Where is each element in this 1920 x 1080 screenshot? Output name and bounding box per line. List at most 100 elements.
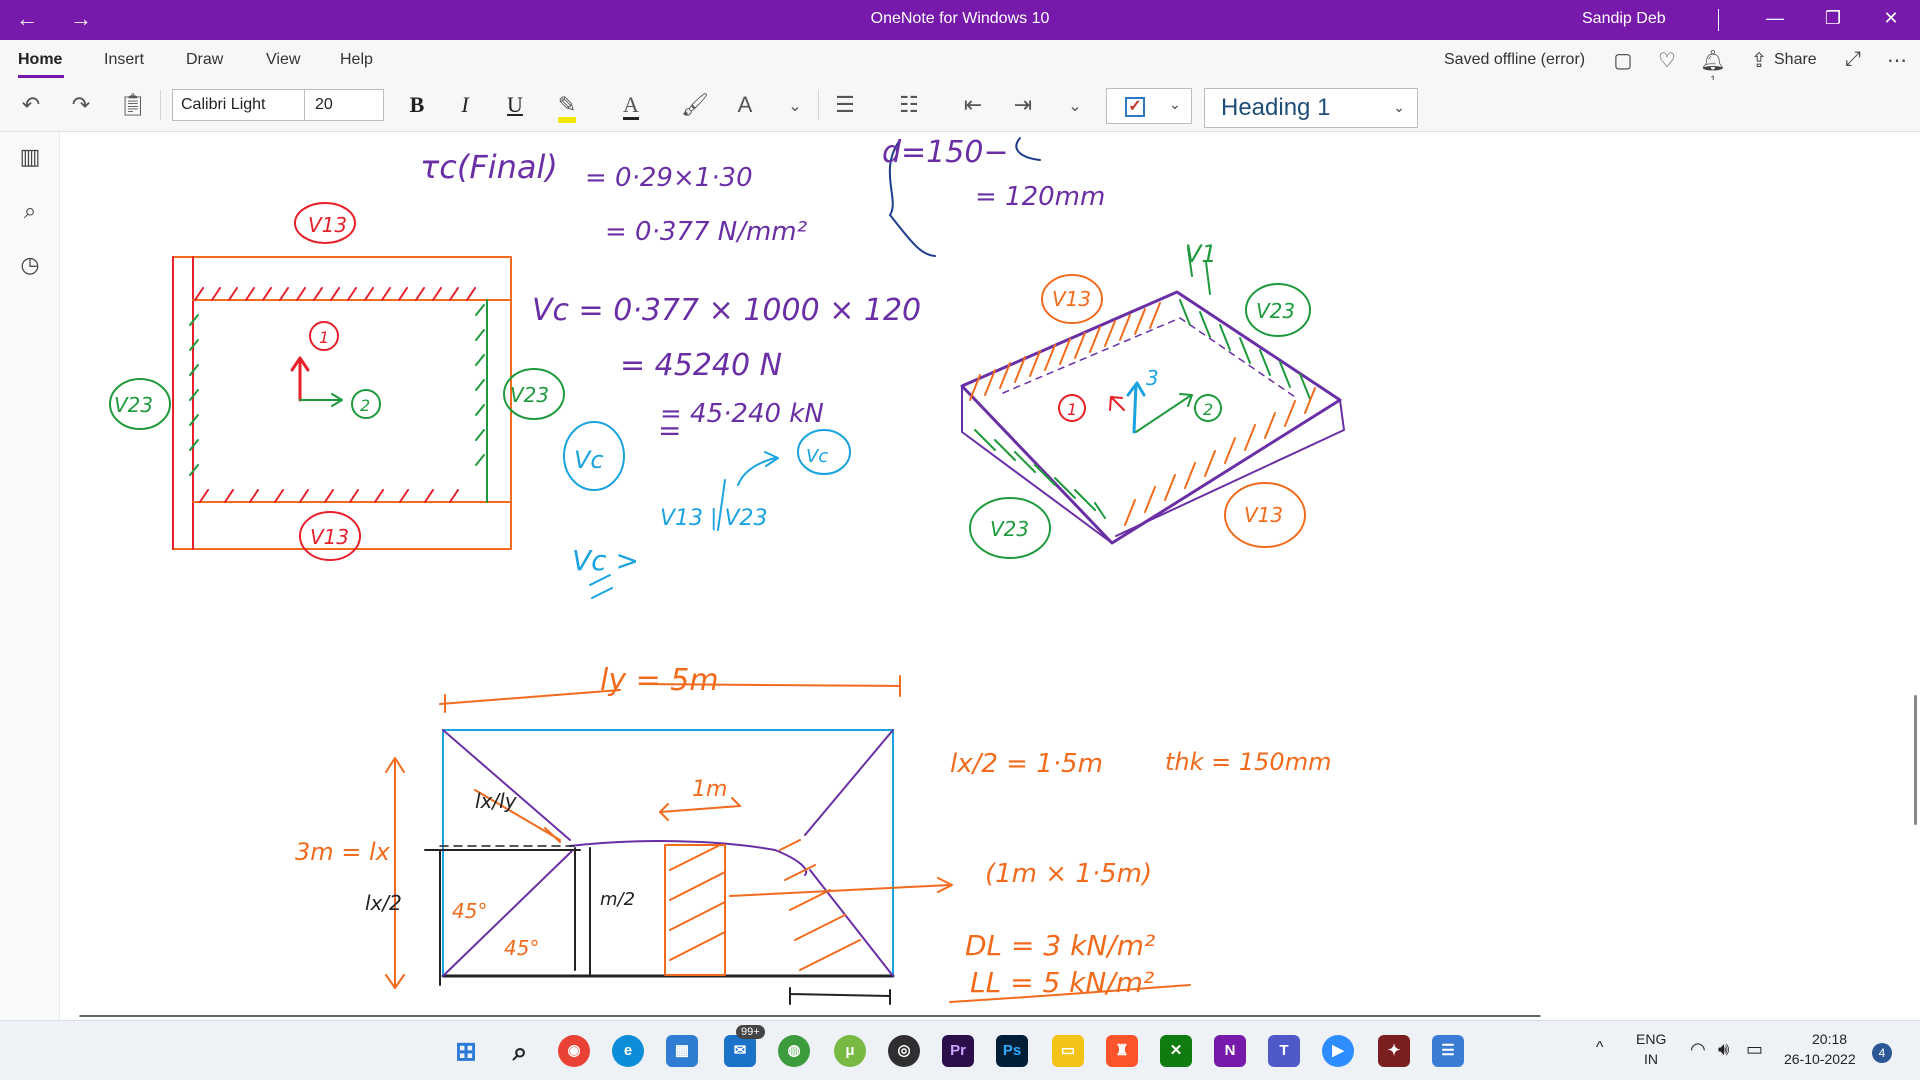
zoom-icon[interactable]: ▶ [1322, 1035, 1354, 1067]
arrow-icon [729, 877, 953, 897]
axis-arrow-icon [1109, 396, 1125, 411]
outdent-icon[interactable]: ⇤ [956, 92, 990, 118]
chrome-icon[interactable]: ◉ [558, 1035, 590, 1067]
tab-home[interactable]: Home [18, 51, 62, 69]
label-axis-2: 2 [360, 396, 370, 415]
note-dash: = [658, 414, 681, 447]
clock-date[interactable]: 26-10-2022 [1784, 1051, 1856, 1067]
volume-icon[interactable]: 🔊︎ [1718, 1039, 1729, 1060]
tab-view[interactable]: View [266, 51, 300, 69]
redo-icon[interactable]: ↷ [64, 92, 98, 118]
title-bar: ← → OneNote for Windows 10 Sandip Deb — … [0, 0, 1920, 40]
recent-icon[interactable]: ◷ [15, 252, 45, 278]
notebooks-icon[interactable]: ▥ [15, 144, 45, 170]
bracket [1015, 137, 1041, 161]
chevron-down-icon[interactable]: ⌄ [1058, 96, 1092, 116]
minimize-icon[interactable]: — [1760, 8, 1790, 29]
axis-arrow-icon [299, 393, 343, 407]
note-vc-kn: = 45·240 kN [660, 399, 824, 429]
lightbulb-icon[interactable]: ♡ [1652, 48, 1682, 73]
region-code[interactable]: IN [1644, 1051, 1658, 1067]
todo-tag-select[interactable]: ✓ ⌄ [1106, 88, 1192, 124]
paragraph-style-select[interactable]: Heading 1 ⌄ [1204, 88, 1418, 128]
close-icon[interactable]: ✕ [1876, 8, 1906, 29]
title-separator [1718, 9, 1719, 31]
chevron-down-icon: ⌄ [1393, 99, 1405, 115]
photoshop-icon[interactable]: Ps [996, 1035, 1028, 1067]
more-icon[interactable]: ⋯ [1882, 48, 1912, 73]
separator [818, 90, 819, 120]
onenote-icon[interactable]: N [1214, 1035, 1246, 1067]
file-explorer-icon[interactable]: ▭ [1052, 1035, 1084, 1067]
label-ll: LL = 5 kN/m² [970, 966, 1154, 999]
bold-button[interactable]: B [400, 92, 434, 118]
bullet-list-icon[interactable]: ☰ [828, 92, 862, 118]
label-ly: ly = 5m [600, 663, 719, 698]
premiere-icon[interactable]: Pr [942, 1035, 974, 1067]
label-1m: 1m [692, 777, 727, 802]
font-size-select[interactable]: 20 [304, 89, 384, 121]
vertical-scrollbar[interactable] [1914, 695, 1917, 825]
edge-icon[interactable]: e [612, 1035, 644, 1067]
notebook-icon[interactable]: ▢ [1608, 48, 1638, 73]
brave-icon[interactable]: ♜ [1106, 1035, 1138, 1067]
notepad-icon[interactable]: ☰ [1432, 1035, 1464, 1067]
share-button[interactable]: Share [1774, 51, 1817, 69]
dim-arrow [385, 757, 405, 989]
clipboard-icon[interactable]: 📋︎ [116, 92, 150, 118]
clear-formatting-icon[interactable]: A [728, 92, 762, 118]
page-canvas[interactable]: τc(Final) = 0·29×1·30 = 0·377 N/mm² d=15… [60, 132, 1920, 1020]
search-icon[interactable]: ⌕ [504, 1035, 536, 1067]
chevron-down-icon[interactable]: ⌄ [778, 96, 812, 116]
earth-icon[interactable]: ◍ [778, 1035, 810, 1067]
tab-insert[interactable]: Insert [104, 51, 144, 69]
style-label: Heading 1 [1221, 94, 1331, 121]
restore-icon[interactable]: ❐ [1818, 8, 1848, 29]
font-color-icon[interactable]: A [614, 92, 648, 120]
format-painter-icon[interactable]: 🖌︎ [678, 92, 712, 118]
clock-time[interactable]: 20:18 [1812, 1031, 1847, 1047]
label-iso-axis-2: 2 [1203, 400, 1213, 419]
underline-button[interactable]: U [498, 92, 532, 118]
note-d-val: = 120mm [975, 182, 1105, 212]
share-icon[interactable]: ⇪ [1744, 48, 1774, 73]
home-toolbar: ↶ ↷ 📋︎ Calibri Light 20 B I U ✎ A 🖌︎ A ⌄… [0, 80, 1920, 132]
teams-icon[interactable]: T [1268, 1035, 1300, 1067]
note-tc-final: τc(Final) [420, 148, 558, 186]
italic-button[interactable]: I [448, 92, 482, 118]
ribbon-tabs: Home Insert Draw View Help Saved offline… [0, 40, 1920, 85]
label-45-b: 45° [504, 936, 539, 960]
numbered-list-icon[interactable]: ☷ [892, 92, 926, 118]
wifi-icon[interactable]: ◠ [1690, 1039, 1706, 1060]
label-m-half: m/2 [600, 889, 635, 910]
search-icon[interactable]: ⌕ [15, 198, 45, 224]
tab-draw[interactable]: Draw [186, 51, 223, 69]
indent-icon[interactable]: ⇥ [1006, 92, 1040, 118]
sync-status[interactable]: Saved offline (error) [1444, 51, 1585, 69]
highlighter-icon[interactable]: ✎ [550, 92, 584, 123]
fullscreen-icon[interactable]: ⤢ [1838, 48, 1868, 71]
mail-icon[interactable]: ✉ [724, 1035, 756, 1067]
tab-help[interactable]: Help [340, 51, 373, 69]
label-lx: 3m = lx [295, 838, 391, 866]
language-code[interactable]: ENG [1636, 1031, 1666, 1047]
app-icon[interactable]: ✦ [1378, 1035, 1410, 1067]
utorrent-icon[interactable]: μ [834, 1035, 866, 1067]
chevron-up-icon[interactable]: ^ [1596, 1039, 1604, 1057]
dim-line [574, 847, 591, 976]
axis-arrow-icon [1135, 393, 1193, 433]
obs-icon[interactable]: ◎ [888, 1035, 920, 1067]
load-strip [664, 844, 726, 976]
xbox-icon[interactable]: ✕ [1160, 1035, 1192, 1067]
axis-arrow-icon [1126, 381, 1146, 434]
store-icon[interactable]: ▦ [666, 1035, 698, 1067]
active-tab-underline [18, 75, 64, 78]
undo-icon[interactable]: ↶ [14, 92, 48, 118]
checkbox-icon: ✓ [1125, 97, 1145, 117]
notification-badge[interactable]: 4 [1872, 1043, 1892, 1063]
battery-icon[interactable]: ▭ [1746, 1039, 1763, 1060]
user-name[interactable]: Sandip Deb [1582, 10, 1666, 28]
dim-line [789, 987, 891, 1005]
start-icon[interactable]: ⊞ [450, 1035, 482, 1067]
font-family-select[interactable]: Calibri Light [172, 89, 306, 121]
